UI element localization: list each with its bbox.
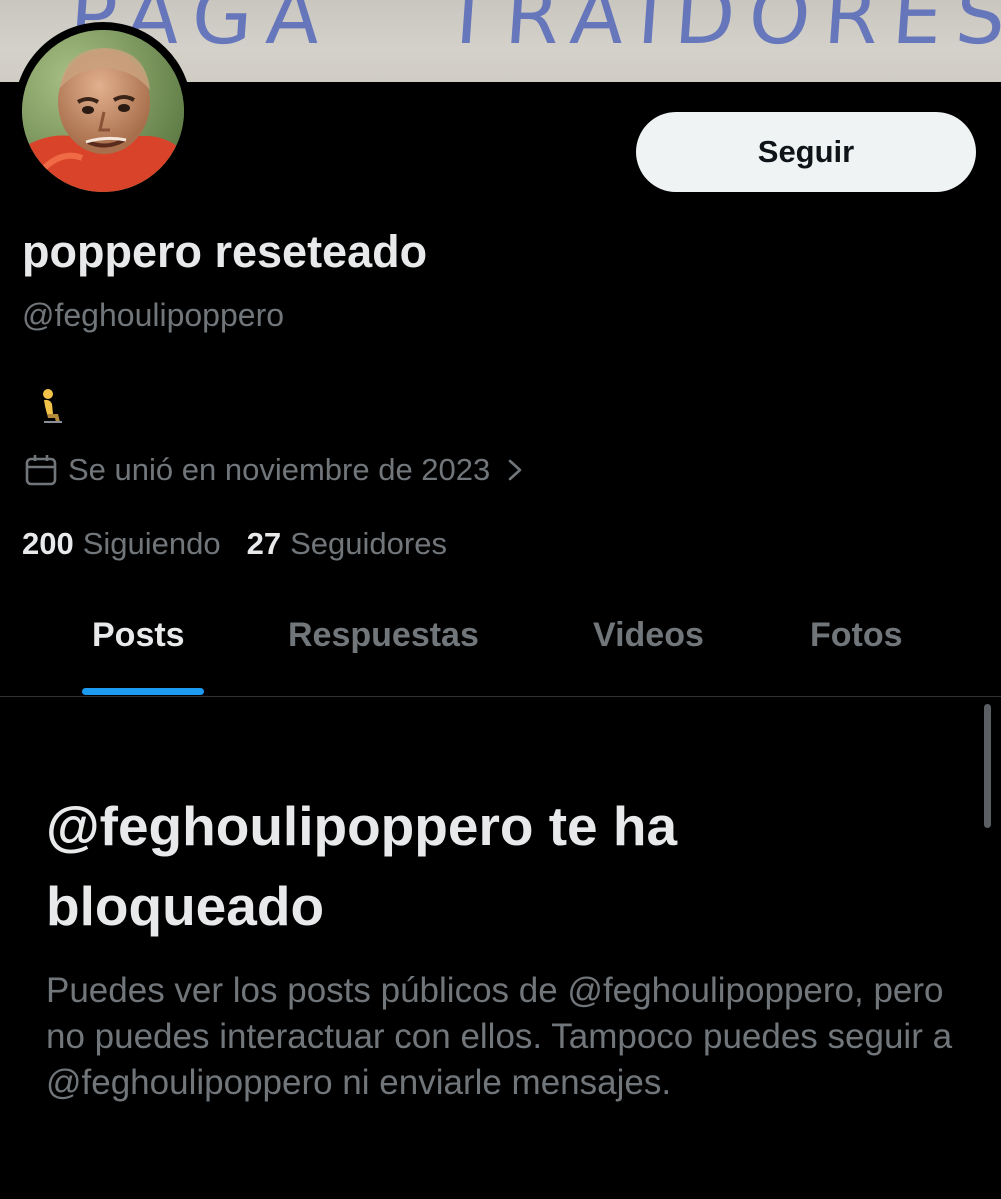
following-label: Siguiendo — [82, 526, 221, 561]
chevron-right-icon — [508, 459, 522, 481]
joined-text: Se unió en noviembre de 2023 — [68, 452, 491, 487]
tab-respuestas[interactable]: Respuestas — [288, 616, 479, 655]
following-count: 200 — [22, 526, 74, 561]
avatar[interactable] — [22, 30, 184, 192]
profile-tabs: Posts Respuestas Videos Fotos — [0, 596, 1001, 697]
follow-stats: 200 Siguiendo 27 Seguidores — [22, 526, 447, 562]
following-stat[interactable]: 200 Siguiendo — [22, 526, 221, 562]
followers-stat[interactable]: 27 Seguidores — [247, 526, 447, 562]
blocked-title: @feghoulipoppero te ha bloqueado — [46, 795, 678, 937]
bio-kneeling-person-emoji — [36, 388, 66, 428]
tab-videos[interactable]: Videos — [593, 616, 704, 655]
followers-label: Seguidores — [290, 526, 447, 561]
banner-text-right: TRAIDORES — [440, 0, 1001, 62]
joined-date[interactable]: Se unió en noviembre de 2023 — [24, 452, 526, 488]
avatar-image — [22, 30, 184, 192]
kneeling-person-icon — [43, 389, 62, 423]
calendar-icon — [25, 455, 57, 486]
profile-handle: @feghoulipoppero — [22, 297, 285, 333]
tab-fotos[interactable]: Fotos — [810, 616, 903, 655]
scrollbar[interactable] — [984, 704, 991, 828]
avatar-ring — [14, 22, 192, 200]
blocked-description: Puedes ver los posts públicos de @feghou… — [46, 971, 953, 1102]
display-name: poppero reseteado — [22, 226, 428, 277]
banner-handwritten-text: PAGA TRAIDORES — [67, 0, 1001, 62]
active-tab-indicator — [82, 688, 204, 695]
followers-count: 27 — [246, 526, 282, 561]
tab-posts[interactable]: Posts — [92, 616, 185, 655]
follow-button[interactable]: Seguir — [636, 112, 976, 192]
